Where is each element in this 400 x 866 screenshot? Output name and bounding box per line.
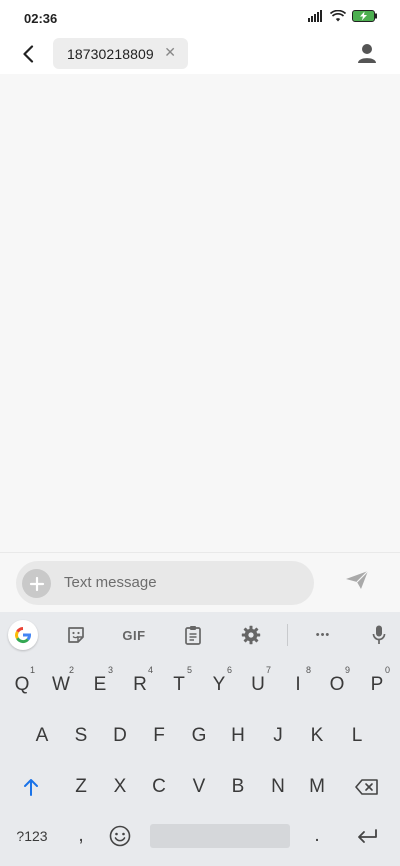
contact-button[interactable] (354, 40, 380, 66)
key-o[interactable]: O9 (318, 665, 356, 704)
mic-icon (372, 625, 386, 644)
compose-bar: Text message (0, 552, 400, 613)
keyboard: G I F ••• Q 1 W 2 E 3 R 4 T 5 Y 6 U 7 I 8 … (0, 612, 400, 866)
clipboard-icon (185, 626, 201, 645)
key-f[interactable]: F (140, 717, 178, 755)
key-u-hint: 7 (265, 665, 271, 675)
key-s[interactable]: S (62, 717, 100, 755)
message-placeholder: Text message (64, 574, 157, 591)
voice-input-button[interactable] (367, 622, 391, 648)
key-d[interactable]: D (101, 717, 139, 755)
recipient-chip[interactable]: 18730218809 ✕ (53, 38, 188, 69)
send-icon (346, 570, 369, 589)
emoji-key[interactable] (101, 817, 139, 855)
key-w-hint: 2 (68, 665, 74, 675)
key-u[interactable]: U7 (239, 665, 277, 704)
period-key[interactable]: . (298, 817, 336, 855)
shift-key[interactable] (12, 768, 50, 806)
emoji-icon (109, 825, 131, 847)
key-h[interactable]: H (219, 717, 257, 755)
key-w-label: W (52, 674, 70, 695)
shift-arrow-icon (24, 779, 38, 796)
key-p-label: P (370, 674, 384, 695)
back-arrow-icon (23, 45, 34, 63)
google-icon (15, 627, 31, 644)
status-bar: 02:36 (0, 0, 400, 34)
settings-icon (241, 625, 261, 645)
clipboard-button[interactable] (180, 622, 206, 648)
key-i[interactable]: I8 (279, 665, 317, 704)
key-q-label: Q (14, 674, 30, 695)
key-i-label: I (295, 674, 301, 695)
plus-icon (29, 576, 44, 591)
battery-charging-icon (352, 10, 377, 22)
backspace-icon (355, 779, 378, 795)
more-button[interactable]: ••• (309, 622, 337, 648)
message-thread (0, 74, 400, 552)
key-r[interactable]: R4 (121, 665, 159, 704)
google-button[interactable] (8, 620, 38, 650)
send-button[interactable] (344, 567, 370, 593)
more-icon: ••• (315, 629, 331, 641)
backspace-key[interactable] (348, 768, 386, 806)
key-l[interactable]: L (338, 717, 376, 755)
key-u-label: U (251, 674, 265, 695)
key-z[interactable]: Z (62, 768, 100, 806)
space-bar[interactable] (150, 824, 290, 848)
key-t-hint: 5 (186, 665, 192, 675)
key-y-label: Y (212, 674, 226, 695)
key-c[interactable]: C (140, 768, 178, 806)
key-n[interactable]: N (259, 768, 297, 806)
conversation-header: 18730218809 ✕ (0, 34, 400, 74)
enter-icon (358, 829, 377, 843)
gif-button[interactable]: GIF (118, 622, 150, 648)
key-i-hint: 8 (305, 665, 311, 675)
comma-key[interactable]: , (62, 817, 100, 855)
key-r-label: R (133, 674, 147, 695)
key-t[interactable]: T5 (160, 665, 198, 704)
key-y-hint: 6 (226, 665, 232, 675)
message-input[interactable]: Text message (16, 561, 314, 605)
key-b[interactable]: B (219, 768, 257, 806)
key-m[interactable]: M (298, 768, 336, 806)
key-a[interactable]: A (23, 717, 61, 755)
key-x[interactable]: X (101, 768, 139, 806)
key-r-hint: 4 (147, 665, 153, 675)
key-y[interactable]: Y6 (200, 665, 238, 704)
key-k[interactable]: K (298, 717, 336, 755)
key-j[interactable]: J (259, 717, 297, 755)
person-icon (358, 44, 376, 63)
key-t-label: T (173, 674, 185, 695)
key-e-label: E (93, 674, 107, 695)
key-p-hint: 0 (384, 665, 390, 675)
key-o-hint: 9 (344, 665, 350, 675)
toolbar-divider (287, 624, 288, 646)
back-button[interactable] (16, 40, 40, 68)
enter-key[interactable] (348, 817, 386, 855)
key-e-hint: 3 (107, 665, 113, 675)
symbols-key[interactable]: ?123 (10, 817, 54, 855)
signal-icon (308, 10, 322, 22)
key-p[interactable]: P0 (358, 665, 396, 704)
key-v[interactable]: V (180, 768, 218, 806)
key-g[interactable]: G (180, 717, 218, 755)
key-q-hint: 1 (29, 665, 35, 675)
status-time: 02:36 (24, 11, 58, 26)
gif-label: GIF (122, 627, 146, 643)
add-attachment-button[interactable] (22, 569, 51, 598)
status-icons (308, 10, 378, 22)
key-e[interactable]: E3 (81, 665, 119, 704)
settings-button[interactable] (238, 622, 264, 648)
key-o-label: O (329, 674, 345, 695)
close-icon[interactable]: ✕ (164, 44, 176, 61)
key-q[interactable]: Q1 (3, 665, 41, 704)
sticker-icon (68, 627, 84, 643)
key-w[interactable]: W2 (42, 665, 80, 704)
recipient-number: 18730218809 (67, 45, 154, 62)
sticker-button[interactable] (63, 622, 89, 648)
wifi-icon (330, 10, 346, 22)
keyboard-toolbar: GIF ••• (0, 612, 400, 658)
